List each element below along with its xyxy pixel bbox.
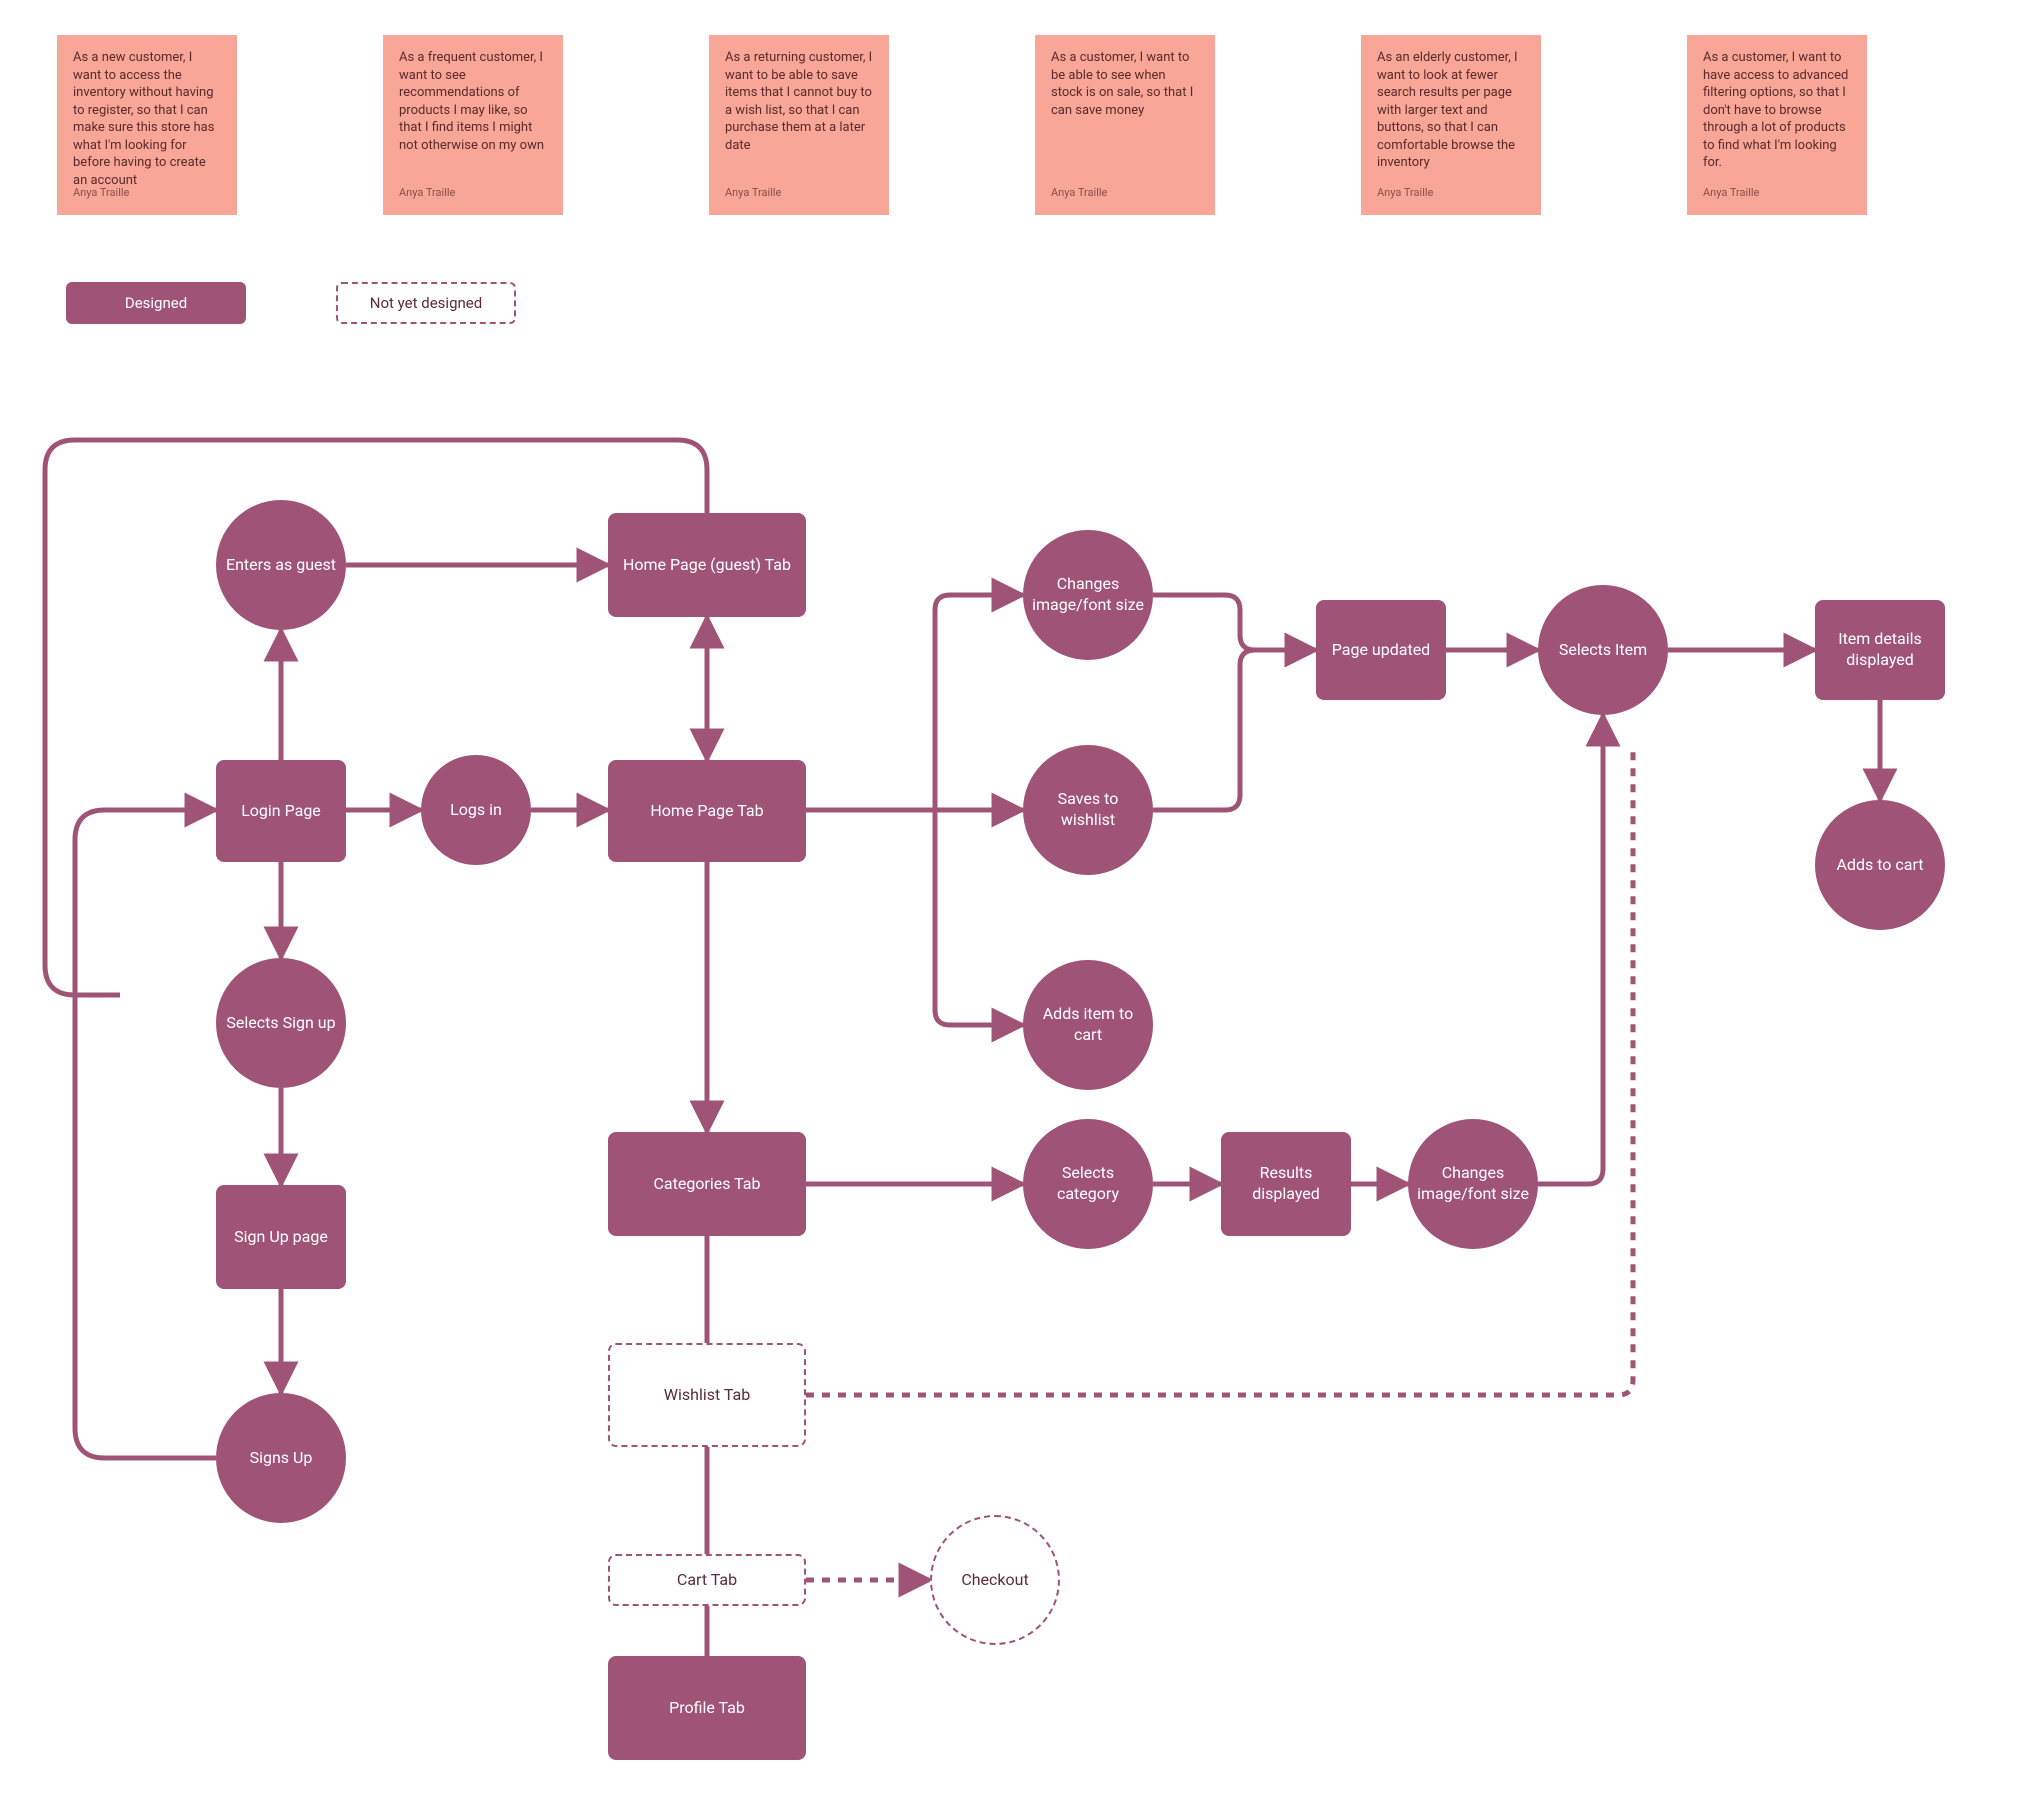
node-label: Home Page (guest) Tab bbox=[623, 555, 791, 576]
sticky-author: Anya Traille bbox=[1377, 186, 1433, 201]
node-signs-up[interactable]: Signs Up bbox=[216, 1393, 346, 1523]
legend-designed: Designed bbox=[66, 282, 246, 324]
node-label: Cart Tab bbox=[677, 1570, 737, 1591]
sticky-author: Anya Traille bbox=[725, 186, 781, 201]
node-label: Saves to wishlist bbox=[1031, 789, 1145, 831]
node-label: Signs Up bbox=[250, 1448, 313, 1469]
node-signup-page[interactable]: Sign Up page bbox=[216, 1185, 346, 1289]
sticky-author: Anya Traille bbox=[1703, 186, 1759, 201]
node-adds-to-cart-2[interactable]: Adds to cart bbox=[1815, 800, 1945, 930]
node-changes-size-2[interactable]: Changes image/font size bbox=[1408, 1119, 1538, 1249]
node-logs-in[interactable]: Logs in bbox=[421, 755, 531, 865]
node-wishlist-tab[interactable]: Wishlist Tab bbox=[608, 1343, 806, 1447]
node-label: Changes image/font size bbox=[1031, 574, 1145, 616]
node-label: Enters as guest bbox=[226, 555, 336, 576]
legend-designed-label: Designed bbox=[125, 294, 187, 312]
legend-not-designed-label: Not yet designed bbox=[370, 294, 482, 312]
node-cart-tab[interactable]: Cart Tab bbox=[608, 1554, 806, 1606]
sticky-text: As a returning customer, I want to be ab… bbox=[725, 50, 872, 153]
node-profile-tab[interactable]: Profile Tab bbox=[608, 1656, 806, 1760]
node-label: Categories Tab bbox=[653, 1174, 760, 1195]
sticky-note[interactable]: As a customer, I want to have access to … bbox=[1687, 35, 1867, 215]
node-label: Page updated bbox=[1332, 640, 1430, 661]
node-page-updated[interactable]: Page updated bbox=[1316, 600, 1446, 700]
node-label: Logs in bbox=[450, 800, 502, 821]
sticky-author: Anya Traille bbox=[1051, 186, 1107, 201]
sticky-text: As a customer, I want to have access to … bbox=[1703, 50, 1848, 170]
node-saves-wishlist[interactable]: Saves to wishlist bbox=[1023, 745, 1153, 875]
sticky-text: As a frequent customer, I want to see re… bbox=[399, 50, 544, 153]
node-label: Checkout bbox=[961, 1570, 1028, 1591]
node-label: Home Page Tab bbox=[650, 801, 763, 822]
sticky-author: Anya Traille bbox=[399, 186, 455, 201]
sticky-note[interactable]: As a new customer, I want to access the … bbox=[57, 35, 237, 215]
sticky-note[interactable]: As an elderly customer, I want to look a… bbox=[1361, 35, 1541, 215]
legend-not-designed: Not yet designed bbox=[336, 282, 516, 324]
node-home-page[interactable]: Home Page Tab bbox=[608, 760, 806, 862]
node-home-guest[interactable]: Home Page (guest) Tab bbox=[608, 513, 806, 617]
node-label: Selects category bbox=[1031, 1163, 1145, 1205]
node-label: Login Page bbox=[241, 801, 321, 822]
node-label: Selects Sign up bbox=[226, 1013, 335, 1034]
node-label: Results displayed bbox=[1229, 1163, 1343, 1205]
node-enters-guest[interactable]: Enters as guest bbox=[216, 500, 346, 630]
node-label: Adds item to cart bbox=[1031, 1004, 1145, 1046]
node-checkout[interactable]: Checkout bbox=[930, 1515, 1060, 1645]
node-label: Adds to cart bbox=[1836, 855, 1923, 876]
node-label: Selects Item bbox=[1559, 640, 1647, 661]
node-item-details[interactable]: Item details displayed bbox=[1815, 600, 1945, 700]
node-categories-tab[interactable]: Categories Tab bbox=[608, 1132, 806, 1236]
sticky-note[interactable]: As a customer, I want to be able to see … bbox=[1035, 35, 1215, 215]
node-results-displayed[interactable]: Results displayed bbox=[1221, 1132, 1351, 1236]
sticky-note[interactable]: As a returning customer, I want to be ab… bbox=[709, 35, 889, 215]
sticky-text: As a new customer, I want to access the … bbox=[73, 50, 214, 188]
sticky-note[interactable]: As a frequent customer, I want to see re… bbox=[383, 35, 563, 215]
node-selects-category[interactable]: Selects category bbox=[1023, 1119, 1153, 1249]
node-label: Wishlist Tab bbox=[664, 1385, 750, 1406]
sticky-author: Anya Traille bbox=[73, 186, 129, 201]
node-label: Item details displayed bbox=[1823, 629, 1937, 671]
node-adds-to-cart-1[interactable]: Adds item to cart bbox=[1023, 960, 1153, 1090]
node-login-page[interactable]: Login Page bbox=[216, 760, 346, 862]
node-label: Changes image/font size bbox=[1416, 1163, 1530, 1205]
sticky-text: As a customer, I want to be able to see … bbox=[1051, 50, 1193, 118]
node-label: Sign Up page bbox=[234, 1227, 328, 1248]
node-label: Profile Tab bbox=[669, 1698, 745, 1719]
sticky-text: As an elderly customer, I want to look a… bbox=[1377, 50, 1518, 170]
node-changes-size-1[interactable]: Changes image/font size bbox=[1023, 530, 1153, 660]
node-selects-signup[interactable]: Selects Sign up bbox=[216, 958, 346, 1088]
node-selects-item[interactable]: Selects Item bbox=[1538, 585, 1668, 715]
